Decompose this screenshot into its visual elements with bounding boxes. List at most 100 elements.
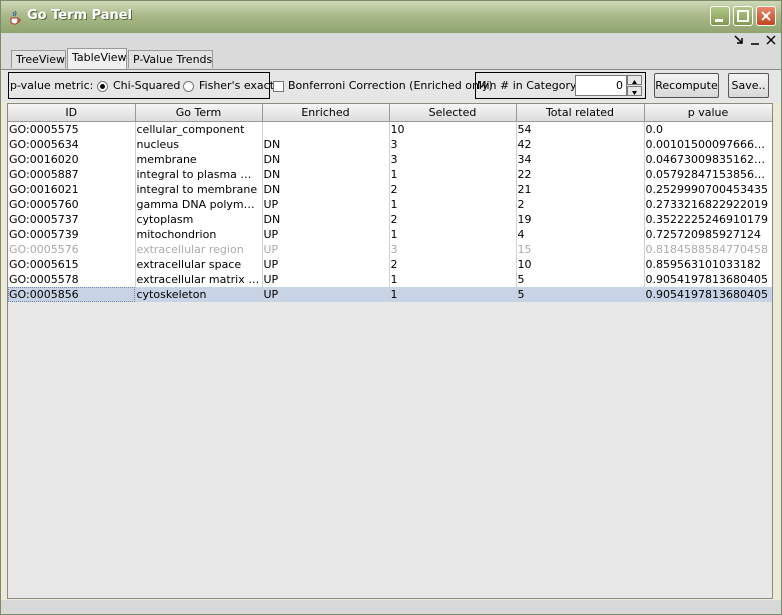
bonferroni-checkbox[interactable] <box>273 81 284 92</box>
go-term-table[interactable]: ID Go Term Enriched Selected Total relat… <box>7 103 773 599</box>
cell-go-term[interactable]: gamma DNA polymeras... <box>135 197 263 212</box>
cell-enriched[interactable]: UP <box>262 242 390 257</box>
cell-selected[interactable]: 2 <box>389 212 517 227</box>
cell-id[interactable]: GO:0005856 <box>8 287 136 302</box>
minimize-window-button[interactable] <box>710 6 730 26</box>
fishers-exact-radio[interactable] <box>183 81 194 92</box>
spinner-up-button[interactable] <box>627 75 642 85</box>
chi-squared-label[interactable]: Chi-Squared <box>113 79 180 93</box>
cell-selected[interactable]: 1 <box>389 287 517 302</box>
cell-p-value[interactable]: 0.05792847153856373 <box>644 167 772 182</box>
column-header-enriched[interactable]: Enriched <box>262 104 390 122</box>
cell-go-term[interactable]: integral to membrane <box>135 182 263 197</box>
cell-go-term[interactable]: extracellular matrix (se... <box>135 272 263 287</box>
cell-total-related[interactable]: 4 <box>516 227 645 242</box>
cell-enriched[interactable]: UP <box>262 197 390 212</box>
tab-p-value-trends[interactable]: P-Value Trends <box>128 50 213 68</box>
cell-p-value[interactable]: 0.00101500097666396 <box>644 137 772 152</box>
cell-total-related[interactable]: 2 <box>516 197 645 212</box>
cell-enriched[interactable]: DN <box>262 137 390 152</box>
tab-tableview[interactable]: TableView <box>67 48 127 69</box>
cell-selected[interactable]: 10 <box>389 121 517 137</box>
cell-p-value[interactable]: 0.2733216822922019 <box>644 197 772 212</box>
cell-enriched[interactable]: DN <box>262 167 390 182</box>
column-header-go-term[interactable]: Go Term <box>135 104 263 122</box>
table-row[interactable]: GO:0005760gamma DNA polymeras...UP120.27… <box>8 197 772 212</box>
fishers-exact-label[interactable]: Fisher's exact <box>199 79 274 93</box>
maximize-window-button[interactable] <box>733 6 753 26</box>
cell-total-related[interactable]: 10 <box>516 257 645 272</box>
cell-p-value[interactable]: 0.3522225246910179 <box>644 212 772 227</box>
cell-p-value[interactable]: 0.04673009835162212 <box>644 152 772 167</box>
cell-go-term[interactable]: cytoskeleton <box>135 287 263 302</box>
cell-selected[interactable]: 2 <box>389 257 517 272</box>
column-header-p-value[interactable]: p value <box>644 104 772 122</box>
table-row[interactable]: GO:0005887integral to plasma mem...DN122… <box>8 167 772 182</box>
cell-p-value[interactable]: 0.9054197813680405 <box>644 287 772 302</box>
cell-enriched[interactable]: UP <box>262 227 390 242</box>
table-row[interactable]: GO:0005634 nucleus DN 3 42 0.0010150009766639… <box>8 137 772 152</box>
chi-squared-radio[interactable] <box>97 81 108 92</box>
cell-id[interactable]: GO:0005887 <box>8 167 136 182</box>
cell-total-related[interactable]: 19 <box>516 212 645 227</box>
cell-enriched[interactable]: UP <box>262 272 390 287</box>
table-row[interactable]: GO:0016021 integral to membrane DN 2 21 0.252… <box>8 182 772 197</box>
cell-selected[interactable]: 1 <box>389 272 517 287</box>
cell-enriched[interactable]: DN <box>262 182 390 197</box>
table-row[interactable]: GO:0005576 extracellular region UP 3 15 0.818… <box>8 242 772 257</box>
column-header-total-related[interactable]: Total related <box>516 104 645 122</box>
cell-id[interactable]: GO:0005737 <box>8 212 136 227</box>
cell-enriched[interactable]: DN <box>262 152 390 167</box>
cell-p-value[interactable]: 0.8184588584770458 <box>644 242 772 257</box>
cell-selected[interactable]: 1 <box>389 167 517 182</box>
cell-id[interactable]: GO:0016021 <box>8 182 136 197</box>
min-in-category-input[interactable]: 0 <box>575 75 627 96</box>
cell-go-term[interactable]: extracellular space <box>135 257 263 272</box>
cell-p-value[interactable]: 0.725720985927124 <box>644 227 772 242</box>
cell-total-related[interactable]: 34 <box>516 152 645 167</box>
spinner-down-button[interactable] <box>627 86 642 96</box>
cell-id[interactable]: GO:0005739 <box>8 227 136 242</box>
cell-enriched[interactable] <box>262 121 390 137</box>
cell-go-term[interactable]: integral to plasma mem... <box>135 167 263 182</box>
cell-total-related[interactable]: 5 <box>516 272 645 287</box>
cell-total-related[interactable]: 22 <box>516 167 645 182</box>
save-button[interactable]: Save.. <box>728 73 769 98</box>
table-row[interactable]: GO:0005615 extracellular space UP 2 10 0.8595… <box>8 257 772 272</box>
table-row[interactable]: GO:0005575 cellular_component 10 54 0.0 <box>8 121 772 137</box>
cell-go-term[interactable]: membrane <box>135 152 263 167</box>
tab-treeview[interactable]: TreeView <box>11 50 66 68</box>
cell-selected[interactable]: 3 <box>389 137 517 152</box>
cell-selected[interactable]: 3 <box>389 152 517 167</box>
column-header-selected[interactable]: Selected <box>389 104 517 122</box>
cell-selected[interactable]: 2 <box>389 182 517 197</box>
cell-selected[interactable]: 3 <box>389 242 517 257</box>
cell-total-related[interactable]: 54 <box>516 121 645 137</box>
column-header-id[interactable]: ID <box>8 104 136 122</box>
table-row[interactable]: GO:0005739 mitochondrion UP 1 4 0.72572098592… <box>8 227 772 242</box>
cell-total-related[interactable]: 15 <box>516 242 645 257</box>
table-row[interactable]: GO:0005737 cytoplasm DN 2 19 0.35222252469101… <box>8 212 772 227</box>
cell-p-value[interactable]: 0.859563101033182 <box>644 257 772 272</box>
cell-selected[interactable]: 1 <box>389 227 517 242</box>
cell-enriched[interactable]: UP <box>262 257 390 272</box>
cell-p-value[interactable]: 0.0 <box>644 121 772 137</box>
cell-total-related[interactable]: 21 <box>516 182 645 197</box>
table-row[interactable]: GO:0005578 extracellular matrix (se... UP 1… <box>8 272 772 287</box>
minimize-icon[interactable] <box>749 34 761 46</box>
title-bar[interactable]: Go Term Panel <box>1 1 781 33</box>
close-icon[interactable] <box>765 34 777 46</box>
cell-total-related[interactable]: 42 <box>516 137 645 152</box>
cell-go-term[interactable]: nucleus <box>135 137 263 152</box>
cell-enriched[interactable]: DN <box>262 212 390 227</box>
cell-id[interactable]: GO:0016020 <box>8 152 136 167</box>
cell-enriched[interactable]: UP <box>262 287 390 302</box>
cell-id[interactable]: GO:0005578 <box>8 272 136 287</box>
cell-id[interactable]: GO:0005760 <box>8 197 136 212</box>
cell-p-value[interactable]: 0.9054197813680405 <box>644 272 772 287</box>
recompute-button[interactable]: Recompute <box>654 73 719 98</box>
cell-id[interactable]: GO:0005634 <box>8 137 136 152</box>
cell-selected[interactable]: 1 <box>389 197 517 212</box>
restore-arrow-icon[interactable] <box>733 34 745 46</box>
cell-go-term[interactable]: extracellular region <box>135 242 263 257</box>
